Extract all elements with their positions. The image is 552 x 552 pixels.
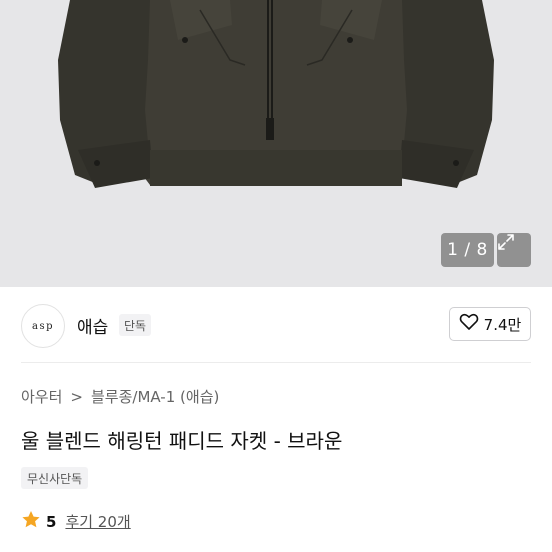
brand-name[interactable]: 애습 (77, 313, 108, 338)
breadcrumb-separator: > (70, 387, 83, 406)
star-icon (21, 510, 41, 533)
breadcrumb-category-blouson[interactable]: 블루종/MA-1 (애습) (91, 386, 219, 407)
divider (21, 362, 531, 363)
product-title: 울 블렌드 해링턴 패디드 자켓 - 브라운 (21, 429, 343, 453)
reviews-link[interactable]: 후기 20개 (65, 511, 130, 532)
heart-outline-icon (459, 313, 479, 335)
musinsa-exclusive-tag: 무신사단독 (21, 467, 89, 489)
image-counter: 1 / 8 (441, 233, 494, 267)
rating-row: 5 후기 20개 (21, 510, 131, 533)
like-button[interactable]: 7.4만 (449, 307, 531, 341)
expand-button[interactable] (497, 233, 531, 267)
brand-row: asp 애습 단독 7.4만 (0, 287, 552, 362)
breadcrumb: 아우터 > 블루종/MA-1 (애습) (21, 386, 219, 407)
product-image[interactable]: 1 / 8 (0, 0, 552, 287)
exclusive-badge: 단독 (119, 314, 152, 336)
breadcrumb-category-outer[interactable]: 아우터 (21, 386, 62, 407)
rating-value: 5 (46, 512, 57, 531)
brand-logo[interactable]: asp (21, 304, 65, 348)
like-count: 7.4만 (483, 315, 522, 334)
